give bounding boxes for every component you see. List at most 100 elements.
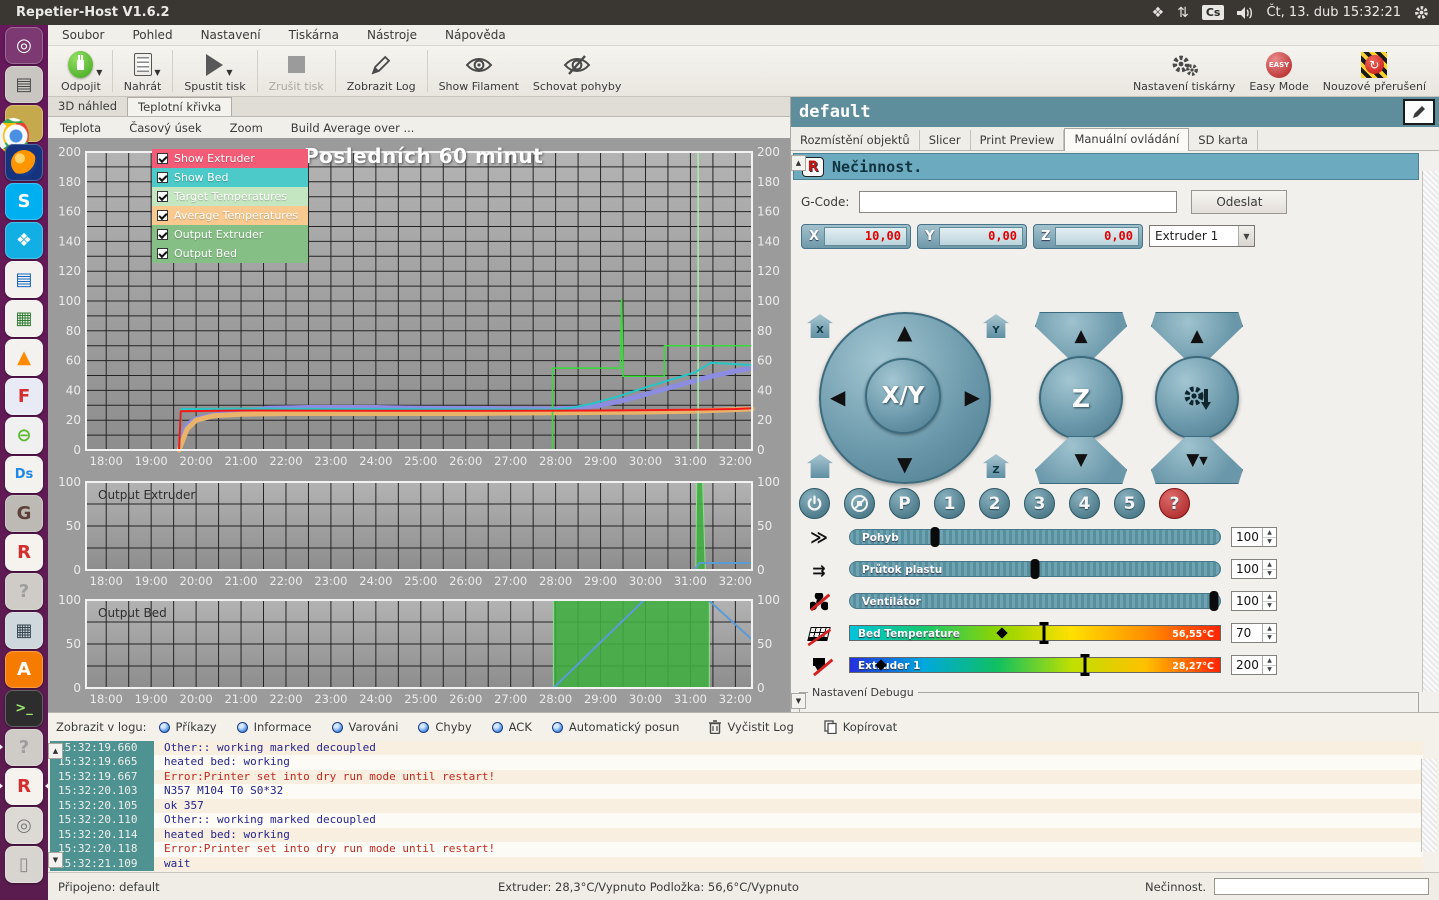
speed-slider[interactable]: Pohyb (849, 529, 1221, 545)
preset-4-button[interactable]: 4 (1069, 488, 1100, 519)
session-gear-icon[interactable] (1414, 5, 1429, 20)
spin-up-icon[interactable]: ▲ (1263, 592, 1276, 602)
home-z-button[interactable]: Z (983, 454, 1009, 478)
copy-log-button[interactable]: Kopírovat (816, 717, 905, 737)
menu-nastroje[interactable]: Nástroje (353, 26, 431, 44)
calculator-icon[interactable]: ▦ (5, 612, 43, 649)
libreoffice-calc-icon[interactable]: ▦ (5, 300, 43, 337)
flow-value-spinner[interactable]: 100 ▲▼ (1231, 559, 1277, 579)
firefox-icon[interactable] (5, 144, 43, 181)
scroll-down-arrow[interactable]: ▼ (791, 693, 806, 709)
preset-3-button[interactable]: 3 (1024, 488, 1055, 519)
motors-off-button[interactable] (844, 488, 875, 519)
checkbox-icon[interactable] (157, 191, 168, 202)
legend-item-output-extruder[interactable]: Output Extruder (152, 225, 308, 244)
spin-down-icon[interactable]: ▼ (1263, 570, 1276, 579)
tab-manual-control[interactable]: Manuální ovládání (1064, 128, 1189, 151)
spin-up-icon[interactable]: ▲ (1263, 560, 1276, 570)
temperature-chart[interactable]: 0020204040606080801001001201201401401601… (52, 140, 786, 474)
chart-menu-teplota[interactable]: Teplota (48, 119, 113, 137)
move-x-minus-icon[interactable]: ◀ (830, 387, 845, 407)
spin-down-icon[interactable]: ▼ (1263, 666, 1276, 675)
tab-3d-view[interactable]: 3D náhled (48, 97, 127, 116)
gcode-input[interactable] (859, 191, 1177, 213)
hide-travel-moves-button[interactable]: Schovat pohyby (526, 49, 628, 94)
legend-item-output-bed[interactable]: Output Bed (152, 244, 308, 263)
power-button[interactable] (799, 488, 830, 519)
log-entries[interactable]: 15:32:19.660Other:: working marked decou… (50, 741, 1423, 871)
checkbox-icon[interactable] (157, 172, 168, 183)
toggle-commands[interactable]: Příkazy (151, 717, 225, 737)
home-x-button[interactable]: X (807, 314, 833, 338)
legend-item-average-temperatures[interactable]: Average Temperatures (152, 206, 308, 225)
tab-print-preview[interactable]: Print Preview (971, 130, 1065, 150)
fan-value-spinner[interactable]: 100 ▲▼ (1231, 591, 1277, 611)
unknown-app-1-icon[interactable]: ? (5, 573, 43, 610)
checkbox-icon[interactable] (157, 153, 168, 164)
chevron-down-icon[interactable]: ▼ (1238, 226, 1254, 246)
spin-down-icon[interactable]: ▼ (1263, 602, 1276, 611)
z-axis-button[interactable]: Z (1039, 356, 1123, 440)
menu-napoveda[interactable]: Nápověda (431, 26, 520, 44)
home-y-button[interactable]: Y (983, 314, 1009, 338)
easy-mode-button[interactable]: EASY Easy Mode (1242, 49, 1315, 94)
slider-thumb[interactable] (1210, 591, 1219, 611)
spin-up-icon[interactable]: ▲ (1263, 624, 1276, 634)
spin-up-icon[interactable]: ▲ (1263, 528, 1276, 538)
terminal-icon[interactable]: >_ (5, 690, 43, 727)
park-button[interactable]: P (889, 488, 920, 519)
start-print-button[interactable]: ▼ Spustit tisk (177, 49, 252, 94)
tab-slicer[interactable]: Slicer (920, 130, 971, 150)
vlc-icon[interactable]: ▲ (5, 339, 43, 376)
fan-slider[interactable]: Ventilátor (849, 593, 1221, 609)
home-all-button[interactable] (807, 454, 833, 478)
chevron-down-icon[interactable]: ▼ (96, 68, 102, 77)
x-coordinate[interactable]: X 10,00 (801, 224, 911, 249)
move-x-plus-icon[interactable]: ▶ (965, 387, 980, 407)
extruder-temp-spinner[interactable]: 200 ▲▼ (1231, 655, 1277, 675)
bed-temp-spinner[interactable]: 70 ▲▼ (1231, 623, 1277, 643)
volume-icon[interactable] (1237, 6, 1253, 20)
chevron-down-icon[interactable]: ▼ (226, 68, 232, 77)
network-updown-icon[interactable]: ⇅ (1177, 5, 1189, 21)
extruder-extrude-button[interactable]: ▼▼ (1151, 436, 1243, 484)
checkbox-icon[interactable] (157, 210, 168, 221)
toggle-information[interactable]: Informace (229, 717, 320, 737)
scroll-down-arrow[interactable]: ▼ (48, 852, 63, 868)
toggle-ack[interactable]: ACK (484, 717, 540, 737)
toggle-warnings[interactable]: Varováni (324, 717, 407, 737)
bed-temperature-slider[interactable]: Bed Temperature 56,55°C (849, 625, 1221, 641)
disks-icon[interactable]: ◎ (5, 807, 43, 844)
spin-down-icon[interactable]: ▼ (1263, 634, 1276, 643)
extruder-retract-button[interactable]: ▲ (1151, 312, 1243, 360)
preset-5-button[interactable]: 5 (1114, 488, 1145, 519)
extruder-temperature-slider[interactable]: Extruder 1 28,27°C (849, 657, 1221, 673)
z-up-button[interactable]: ▲ (1035, 312, 1127, 360)
output-extruder-chart[interactable]: 00505010010018:0019:0020:0021:0022:0023:… (52, 476, 786, 592)
xy-pad-center[interactable]: X/Y (865, 358, 941, 434)
menu-tiskarna[interactable]: Tiskárna (275, 26, 353, 44)
tab-sd-card[interactable]: SD karta (1189, 130, 1258, 150)
scroll-up-arrow[interactable]: ▲ (791, 155, 806, 171)
z-down-button[interactable]: ▼ (1035, 436, 1127, 484)
fengrave-icon[interactable]: F (5, 378, 43, 415)
legend-item-target-temperatures[interactable]: Target Temperatures (152, 187, 308, 206)
tab-object-placement[interactable]: Rozmístění objektů (791, 130, 920, 150)
dropbox-tray-icon[interactable]: ❖ (1152, 5, 1165, 21)
ubuntu-dash-icon[interactable]: ◎ (5, 27, 43, 64)
show-filament-button[interactable]: Show Filament (432, 49, 526, 94)
clear-log-button[interactable]: Vyčistit Log (701, 717, 801, 737)
move-y-plus-icon[interactable]: ▲ (897, 322, 912, 342)
app-store-a-icon[interactable]: A (5, 651, 43, 688)
scroll-up-arrow[interactable]: ▲ (48, 743, 63, 759)
designspark-icon[interactable]: Ds (5, 456, 43, 493)
speed-value-spinner[interactable]: 100 ▲▼ (1231, 527, 1277, 547)
legend-item-show-bed[interactable]: Show Bed (152, 168, 308, 187)
repetier-host-icon[interactable]: R (5, 534, 43, 571)
extruder-button[interactable] (1155, 356, 1239, 440)
move-y-minus-icon[interactable]: ▼ (897, 454, 912, 474)
menu-soubor[interactable]: Soubor (48, 26, 118, 44)
control-panel-scrollbar[interactable] (1422, 171, 1438, 692)
slider-thumb[interactable] (931, 527, 940, 547)
output-bed-chart[interactable]: 00505010010018:0019:0020:0021:0022:0023:… (52, 594, 786, 710)
